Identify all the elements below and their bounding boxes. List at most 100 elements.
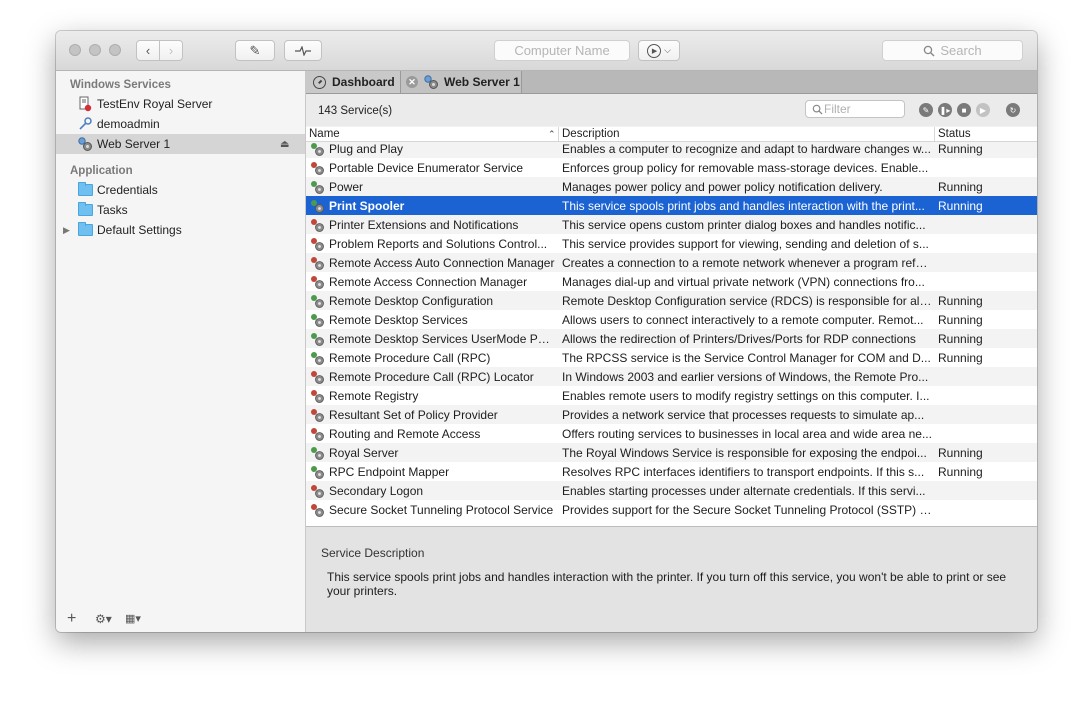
table-row[interactable]: Secure Socket Tunneling Protocol Service… bbox=[306, 500, 1037, 519]
tab-bar: Dashboard ✕ Web Server 1 bbox=[306, 71, 1037, 94]
eject-icon[interactable]: ⏏ bbox=[280, 139, 289, 150]
sidebar-item-tasks[interactable]: Tasks bbox=[56, 200, 305, 220]
service-gear-icon bbox=[311, 409, 324, 422]
table-body: Performance Logs & AlertsPerformance Log… bbox=[306, 127, 1037, 519]
service-description-panel: Service Description This service spools … bbox=[306, 527, 1037, 632]
pencil-icon: ✎ bbox=[249, 42, 261, 58]
service-name: Portable Device Enumerator Service bbox=[329, 160, 524, 175]
service-gear-icon bbox=[311, 295, 324, 308]
service-description: Allows the redirection of Printers/Drive… bbox=[562, 331, 916, 346]
chevron-down-icon: ⌵ bbox=[664, 45, 671, 55]
service-status: Running bbox=[938, 350, 983, 365]
service-name: Remote Procedure Call (RPC) bbox=[329, 350, 491, 365]
service-name: Problem Reports and Solutions Control... bbox=[329, 236, 548, 251]
service-description: This service opens custom printer dialog… bbox=[562, 217, 926, 232]
minimize-window-button[interactable] bbox=[89, 44, 101, 56]
sidebar-item-web-server-1[interactable]: Web Server 1 ⏏ bbox=[56, 134, 305, 154]
activity-button[interactable] bbox=[284, 40, 322, 61]
table-row[interactable]: Remote Desktop Configuration Remote Deskt… bbox=[306, 291, 1037, 310]
gear-menu-icon[interactable]: ⚙▾ bbox=[95, 612, 112, 626]
sidebar-item-default-settings[interactable]: ▶ Default Settings bbox=[56, 220, 305, 240]
column-status[interactable]: Status bbox=[938, 127, 971, 141]
service-gear-icon bbox=[311, 447, 324, 460]
search-field[interactable]: Search bbox=[882, 40, 1023, 61]
service-status: Running bbox=[938, 464, 983, 479]
close-window-button[interactable] bbox=[69, 44, 81, 56]
service-gear-icon bbox=[311, 390, 324, 403]
start-icon[interactable]: ▶ bbox=[976, 103, 990, 117]
properties-icon[interactable]: ✎ bbox=[919, 103, 933, 117]
column-divider[interactable] bbox=[934, 127, 935, 141]
zoom-window-button[interactable] bbox=[109, 44, 121, 56]
service-description-title: Service Description bbox=[321, 546, 425, 560]
table-row[interactable]: Remote Access Connection Manager Manages … bbox=[306, 272, 1037, 291]
table-row[interactable]: Remote Procedure Call (RPC) The RPCSS ser… bbox=[306, 348, 1037, 367]
service-name: Print Spooler bbox=[329, 198, 405, 213]
service-name: RPC Endpoint Mapper bbox=[329, 464, 450, 479]
tab-dashboard[interactable]: Dashboard bbox=[306, 71, 401, 93]
column-divider[interactable] bbox=[558, 127, 559, 141]
service-description: Manages dial-up and virtual private netw… bbox=[562, 274, 925, 289]
title-bar: ‹ › ✎ Computer Name ▶ ⌵ Search bbox=[56, 31, 1037, 71]
column-description[interactable]: Description bbox=[562, 127, 620, 141]
table-row[interactable]: Problem Reports and Solutions Control...… bbox=[306, 234, 1037, 253]
service-description: The RPCSS service is the Service Control… bbox=[562, 350, 931, 365]
service-gear-icon bbox=[311, 200, 324, 213]
service-description: This service provides support for viewin… bbox=[562, 236, 929, 251]
service-description: The Royal Windows Service is responsible… bbox=[562, 445, 927, 460]
sidebar-item-testenv-royal-server[interactable]: TestEnv Royal Server bbox=[56, 94, 305, 114]
service-description: Creates a connection to a remote network… bbox=[562, 255, 932, 270]
service-gear-icon bbox=[311, 276, 324, 289]
table-row[interactable]: Remote Access Auto Connection Manager Cre… bbox=[306, 253, 1037, 272]
forward-button[interactable]: › bbox=[159, 40, 183, 61]
disclosure-triangle-icon[interactable]: ▶ bbox=[63, 225, 70, 236]
table-row[interactable]: RPC Endpoint Mapper Resolves RPC interfac… bbox=[306, 462, 1037, 481]
add-icon[interactable]: + bbox=[67, 610, 76, 628]
computer-name-field[interactable]: Computer Name bbox=[494, 40, 630, 61]
service-name: Remote Desktop Services UserMode Por... bbox=[329, 331, 555, 346]
tab-web-server-1[interactable]: ✕ Web Server 1 bbox=[401, 71, 522, 93]
service-status: Running bbox=[938, 312, 983, 327]
service-gear-icon bbox=[311, 466, 324, 479]
back-button[interactable]: ‹ bbox=[136, 40, 160, 61]
service-description: In Windows 2003 and earlier versions of … bbox=[562, 369, 929, 384]
table-row[interactable]: Remote Desktop Services Allows users to c… bbox=[306, 310, 1037, 329]
service-gear-icon bbox=[311, 181, 324, 194]
table-row[interactable]: Secondary Logon Enables starting processe… bbox=[306, 481, 1037, 500]
filter-input[interactable]: Filter bbox=[805, 100, 905, 118]
table-row[interactable]: Portable Device Enumerator Service Enforc… bbox=[306, 158, 1037, 177]
table-row[interactable]: Remote Registry Enables remote users to m… bbox=[306, 386, 1037, 405]
service-gear-icon bbox=[311, 428, 324, 441]
table-row[interactable]: Printer Extensions and Notifications This… bbox=[306, 215, 1037, 234]
services-gear-icon bbox=[424, 75, 438, 89]
table-row[interactable]: Remote Procedure Call (RPC) Locator In Wi… bbox=[306, 367, 1037, 386]
service-name: Royal Server bbox=[329, 445, 399, 460]
grid-view-icon[interactable]: ▦▾ bbox=[125, 612, 141, 625]
close-tab-icon[interactable]: ✕ bbox=[406, 76, 418, 88]
pause-resume-icon[interactable]: ❚▸ bbox=[938, 103, 952, 117]
chevron-right-icon: › bbox=[168, 43, 174, 58]
column-name[interactable]: Name bbox=[309, 127, 340, 141]
chevron-left-icon: ‹ bbox=[145, 43, 151, 58]
service-gear-icon bbox=[311, 352, 324, 365]
table-row[interactable]: Royal Server The Royal Windows Service is… bbox=[306, 443, 1037, 462]
refresh-icon[interactable]: ↻ bbox=[1006, 103, 1020, 117]
service-gear-icon bbox=[311, 162, 324, 175]
service-name: Secondary Logon bbox=[329, 483, 424, 498]
table-row[interactable]: Power Manages power policy and power poli… bbox=[306, 177, 1037, 196]
table-row[interactable]: Remote Desktop Services UserMode Por... A… bbox=[306, 329, 1037, 348]
folder-icon bbox=[77, 182, 93, 197]
table-row[interactable]: Resultant Set of Policy Provider Provides… bbox=[306, 405, 1037, 424]
stop-icon[interactable]: ■ bbox=[957, 103, 971, 117]
app-window: ‹ › ✎ Computer Name ▶ ⌵ Search Windows S… bbox=[56, 31, 1037, 632]
table-row[interactable]: Print Spooler This service spools print j… bbox=[306, 196, 1037, 215]
service-gear-icon bbox=[311, 504, 324, 517]
service-name: Routing and Remote Access bbox=[329, 426, 481, 441]
table-row[interactable]: Routing and Remote Access Offers routing … bbox=[306, 424, 1037, 443]
search-icon bbox=[812, 104, 823, 115]
service-description: Manages power policy and power policy no… bbox=[562, 179, 883, 194]
sidebar-item-credentials[interactable]: Credentials bbox=[56, 180, 305, 200]
edit-button[interactable]: ✎ bbox=[235, 40, 275, 61]
sidebar-item-demoadmin[interactable]: demoadmin bbox=[56, 114, 305, 134]
connect-menu-button[interactable]: ▶ ⌵ bbox=[638, 40, 680, 61]
